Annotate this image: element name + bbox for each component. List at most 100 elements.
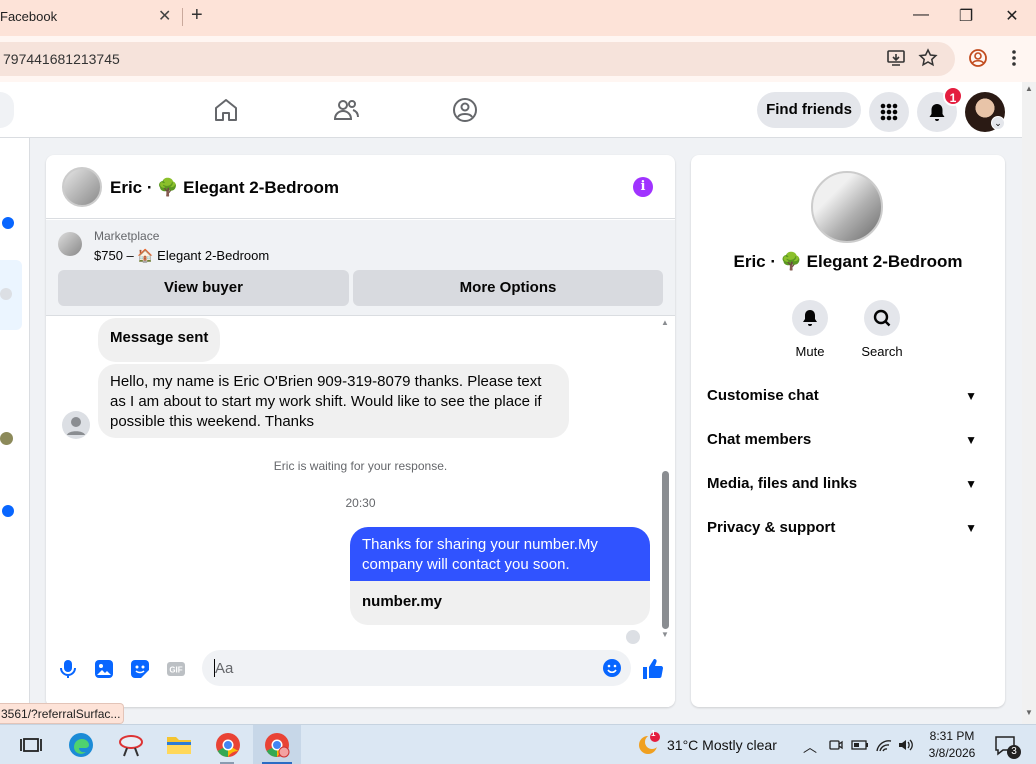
groups-icon[interactable] xyxy=(451,96,479,124)
volume-icon[interactable] xyxy=(897,736,915,754)
sticker-icon[interactable] xyxy=(128,657,152,681)
person-icon xyxy=(67,417,85,435)
chevron-down-icon: ▼ xyxy=(965,433,977,447)
search-field-edge[interactable] xyxy=(0,92,14,128)
gif-icon[interactable]: GIF xyxy=(164,657,188,681)
sender-avatar[interactable] xyxy=(62,411,90,439)
bell-icon xyxy=(929,104,945,121)
chevron-up-icon[interactable]: ︿ xyxy=(803,737,817,757)
apps-grid-icon xyxy=(880,103,898,121)
facebook-header: Find friends 1 ⌄ xyxy=(0,82,1022,138)
chrome-profile-icon[interactable] xyxy=(262,730,292,760)
page-scrollbar[interactable]: ▲ ▼ xyxy=(1022,82,1036,724)
listing-avatar[interactable] xyxy=(62,167,102,207)
message-composer: GIF Aa xyxy=(46,645,675,707)
conversation-details-panel: Eric · 🌳 Elegant 2-Bedroom Mute Search C… xyxy=(691,155,1005,707)
bell-icon xyxy=(803,310,817,326)
chrome-icon[interactable] xyxy=(213,730,243,760)
browser-toolbar: 797441681213745 xyxy=(0,36,1036,82)
more-options-button[interactable]: More Options xyxy=(353,270,663,306)
install-app-icon[interactable] xyxy=(886,48,906,68)
chat-window: Eric · 🌳 Elegant 2-Bedroom i Marketplace… xyxy=(46,155,675,707)
scroll-down-icon[interactable]: ▼ xyxy=(1025,708,1033,717)
snipping-tool-icon[interactable] xyxy=(116,730,146,760)
profile-icon[interactable] xyxy=(968,48,988,68)
conversation-name: Eric · 🌳 Elegant 2-Bedroom xyxy=(733,252,963,271)
link-status-bar: 3561/?referralSurfac... xyxy=(0,703,124,724)
avatar xyxy=(0,432,13,445)
search-button[interactable]: Search xyxy=(852,300,912,359)
chevron-down-icon: ▼ xyxy=(965,389,977,403)
file-explorer-icon[interactable] xyxy=(164,730,194,760)
thumbs-up-icon[interactable] xyxy=(641,657,665,681)
battery-icon[interactable] xyxy=(851,737,869,753)
message-list: Message sent Hello, my name is Eric O'Br… xyxy=(46,316,675,645)
notification-center-badge: 3 xyxy=(1007,745,1021,759)
address-bar[interactable]: 797441681213745 xyxy=(0,42,955,76)
listing-price[interactable]: $750 – 🏠 Elegant 2-Bedroom xyxy=(94,248,269,264)
section-label: Privacy & support xyxy=(707,519,836,536)
weather-text[interactable]: 31°C Mostly clear xyxy=(667,737,777,753)
friends-icon[interactable] xyxy=(332,96,360,124)
minimize-button[interactable]: — xyxy=(910,6,932,28)
menu-button[interactable] xyxy=(869,92,909,132)
chat-title[interactable]: Eric · 🌳 Elegant 2-Bedroom xyxy=(110,178,339,198)
search-icon xyxy=(873,309,891,327)
taskbar-clock[interactable]: 8:31 PM 3/8/2026 xyxy=(923,728,981,762)
restore-button[interactable]: ❐ xyxy=(955,6,977,28)
edge-browser-icon[interactable] xyxy=(66,730,96,760)
unread-dot xyxy=(2,217,14,229)
listing-avatar-large[interactable] xyxy=(811,171,883,243)
marketplace-label: Marketplace xyxy=(94,229,160,243)
waiting-notice: Eric is waiting for your response. xyxy=(273,459,448,473)
mute-button[interactable]: Mute xyxy=(780,300,840,359)
listing-thumbnail xyxy=(58,232,82,256)
scrollbar-thumb[interactable] xyxy=(662,471,669,629)
browser-tab-bar: Facebook ✕ + — ❐ ✕ xyxy=(0,0,1036,36)
home-icon[interactable] xyxy=(212,96,240,124)
chevron-down-icon: ⌄ xyxy=(991,116,1005,130)
info-icon[interactable]: i xyxy=(633,177,653,197)
browser-menu-icon[interactable] xyxy=(1004,48,1024,68)
incoming-message-bubble[interactable]: Hello, my name is Eric O'Brien 909-319-8… xyxy=(98,364,569,438)
scroll-up-icon[interactable]: ▲ xyxy=(1025,84,1033,93)
link-preview[interactable]: number.my xyxy=(350,581,650,625)
chevron-down-icon: ▼ xyxy=(965,521,977,535)
message-sent-bubble: Message sent xyxy=(98,318,221,362)
outgoing-message-bubble[interactable]: Thanks for sharing your number.My compan… xyxy=(350,527,650,581)
svg-text:GIF: GIF xyxy=(169,666,182,675)
weather-icon[interactable] xyxy=(636,731,662,757)
emoji-icon[interactable] xyxy=(602,658,622,678)
microphone-icon[interactable] xyxy=(56,657,80,681)
view-buyer-button[interactable]: View buyer xyxy=(58,270,349,306)
browser-tab[interactable]: Facebook ✕ xyxy=(0,0,183,36)
clock-time: 8:31 PM xyxy=(929,729,975,743)
marketplace-listing-banner: Marketplace $750 – 🏠 Elegant 2-Bedroom V… xyxy=(46,220,675,316)
wifi-icon[interactable] xyxy=(875,736,893,754)
chevron-down-icon: ▼ xyxy=(965,477,977,491)
avatar xyxy=(0,288,12,300)
section-label: Chat members xyxy=(707,431,812,448)
chat-members-row[interactable]: Chat members ▼ xyxy=(707,418,989,462)
privacy-support-row[interactable]: Privacy & support ▼ xyxy=(707,506,989,550)
media-files-links-row[interactable]: Media, files and links ▼ xyxy=(707,462,989,506)
url-text: 797441681213745 xyxy=(3,51,120,67)
find-friends-button[interactable]: Find friends xyxy=(757,92,861,128)
close-tab-icon[interactable]: ✕ xyxy=(158,6,172,26)
search-label: Search xyxy=(861,344,903,359)
weather-badge: 1 xyxy=(651,729,656,738)
new-tab-button[interactable]: + xyxy=(191,4,203,27)
close-window-button[interactable]: ✕ xyxy=(1001,6,1023,28)
scroll-down-icon[interactable]: ▼ xyxy=(661,630,669,639)
scroll-up-icon[interactable]: ▲ xyxy=(661,318,669,327)
section-label: Media, files and links xyxy=(707,475,858,492)
message-input[interactable]: Aa xyxy=(202,650,631,686)
photo-icon[interactable] xyxy=(92,657,116,681)
tab-title: Facebook xyxy=(0,9,58,24)
task-view-icon[interactable] xyxy=(16,730,46,760)
section-label: Customise chat xyxy=(707,387,819,404)
bookmark-star-icon[interactable] xyxy=(918,48,938,68)
meet-now-icon[interactable] xyxy=(828,737,844,753)
customise-chat-row[interactable]: Customise chat ▼ xyxy=(707,374,989,418)
notification-count-badge: 1 xyxy=(943,86,963,106)
